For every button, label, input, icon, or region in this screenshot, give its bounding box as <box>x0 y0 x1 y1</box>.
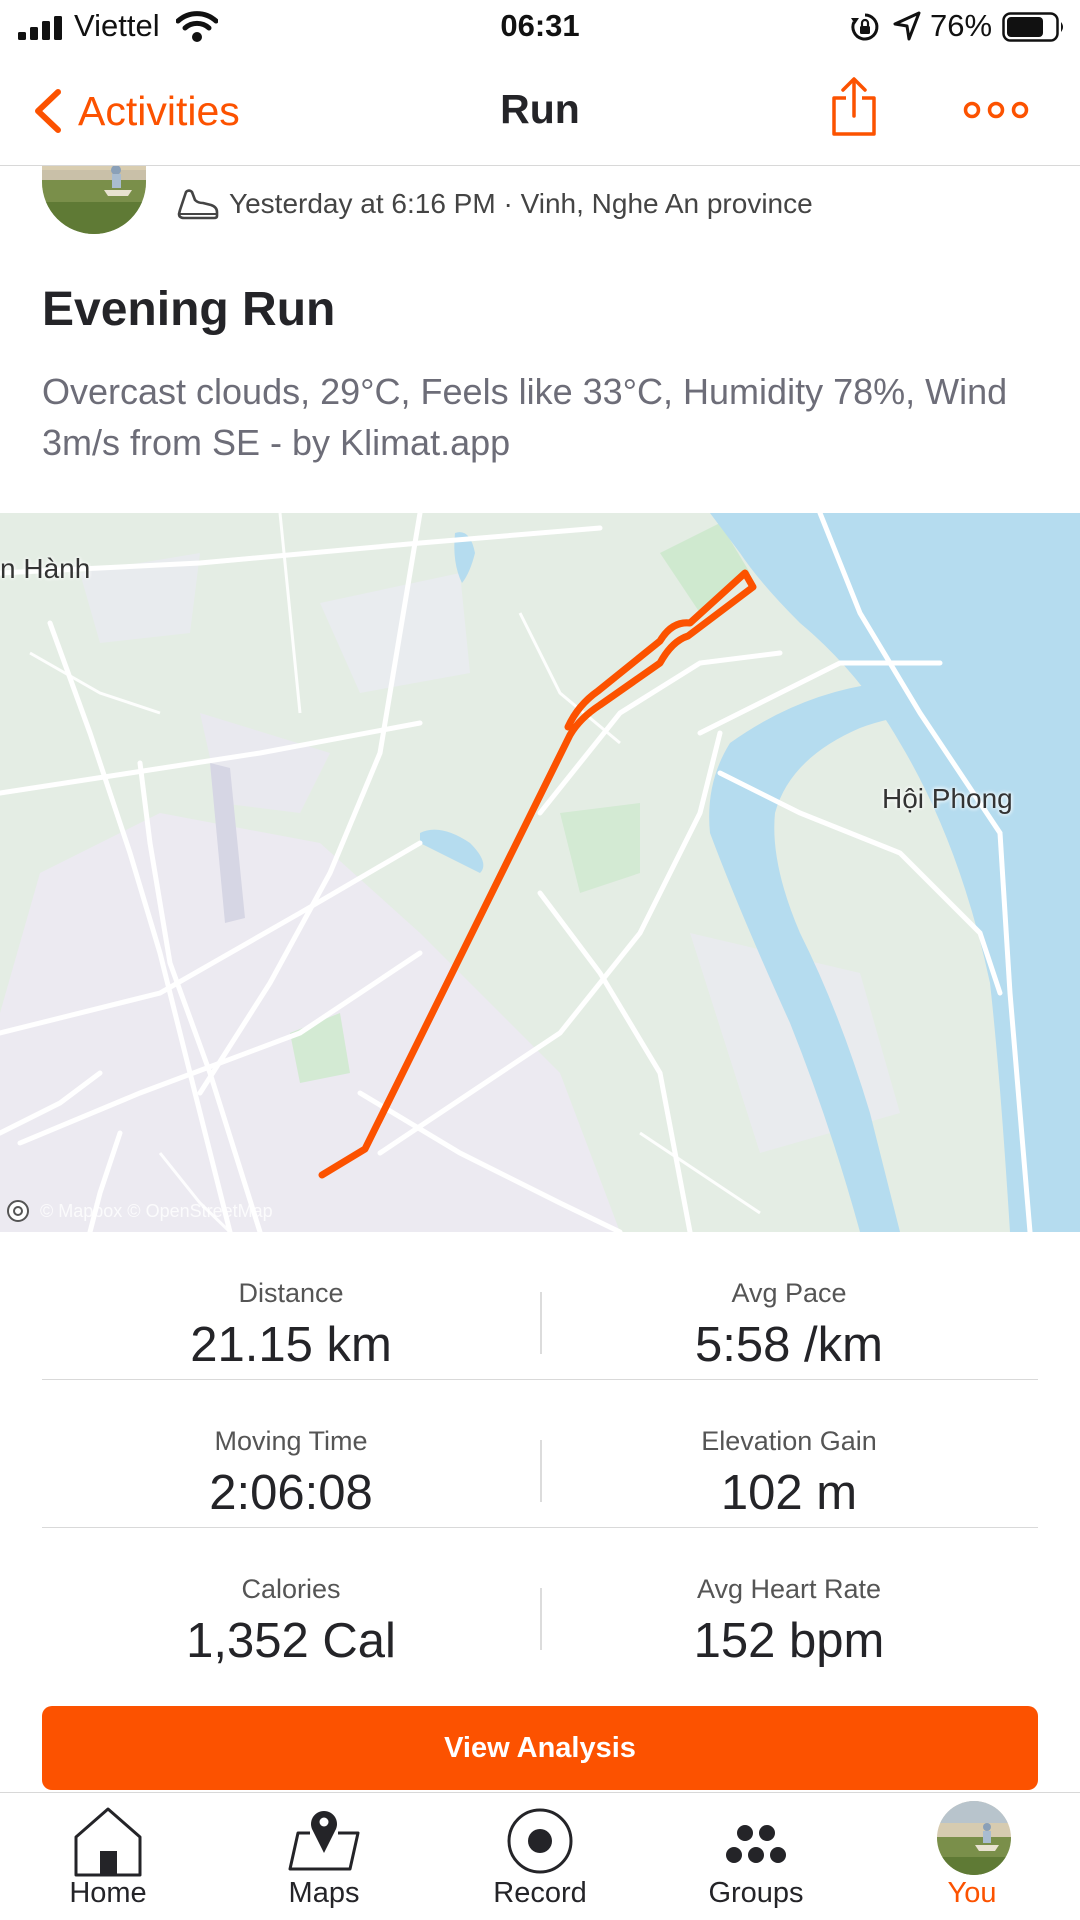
tab-you[interactable]: You <box>864 1793 1080 1920</box>
back-button[interactable]: Activities <box>30 86 240 136</box>
stat-label: Distance <box>238 1278 344 1308</box>
stat-calories: Calories 1,352 Cal <box>42 1574 540 1669</box>
avatar <box>937 1801 1011 1875</box>
stat-moving-time: Moving Time 2:06:08 <box>42 1426 540 1521</box>
map-attribution[interactable]: © Mapbox © OpenStreetMap <box>6 1199 273 1223</box>
stat-value: 5:58 /km <box>695 1318 883 1372</box>
stat-value: 2:06:08 <box>209 1466 373 1520</box>
stats-grid: Distance 21.15 km Avg Pace 5:58 /km Movi… <box>42 1232 1038 1676</box>
stat-label: Avg Heart Rate <box>696 1574 882 1604</box>
stat-value: 102 m <box>720 1466 858 1520</box>
map-label-place: Hội Phong <box>882 783 1013 814</box>
stat-value: 21.15 km <box>190 1318 392 1372</box>
stat-label: Elevation Gain <box>701 1426 877 1456</box>
view-analysis-button[interactable]: View Analysis <box>42 1706 1038 1790</box>
stat-label: Moving Time <box>214 1426 368 1456</box>
attribution-text: © Mapbox © OpenStreetMap <box>40 1200 273 1221</box>
battery-percentage: 76% <box>930 8 993 43</box>
stats-row: Calories 1,352 Cal Avg Heart Rate 152 bp… <box>42 1528 1038 1676</box>
activity-description: Overcast clouds, 29°C, Feels like 33°C, … <box>42 371 1008 463</box>
tab-label: You <box>947 1877 997 1909</box>
navigation-bar: Activities Run <box>0 56 1080 166</box>
stat-value: 152 bpm <box>693 1614 885 1668</box>
tab-groups[interactable]: Groups <box>648 1793 864 1920</box>
chevron-left-icon <box>35 89 61 133</box>
location-arrow-icon <box>893 11 921 41</box>
tab-bar: Home Maps Record Groups You <box>0 1792 1080 1920</box>
stat-avg-heart-rate: Avg Heart Rate 152 bpm <box>540 1574 1038 1669</box>
tab-label: Groups <box>708 1877 804 1909</box>
stats-row: Distance 21.15 km Avg Pace 5:58 /km <box>42 1232 1038 1380</box>
tab-maps[interactable]: Maps <box>216 1793 432 1920</box>
stats-row: Moving Time 2:06:08 Elevation Gain 102 m <box>42 1380 1038 1528</box>
groups-icon <box>726 1825 786 1863</box>
stat-avg-pace: Avg Pace 5:58 /km <box>540 1278 1038 1373</box>
tab-label: Maps <box>288 1877 360 1909</box>
record-icon <box>507 1808 573 1874</box>
stat-label: Avg Pace <box>731 1278 847 1308</box>
stat-value: 1,352 Cal <box>186 1614 396 1668</box>
tab-record[interactable]: Record <box>432 1793 648 1920</box>
map-canvas <box>0 513 1080 1232</box>
back-button-label: Activities <box>78 87 240 134</box>
share-icon[interactable] <box>828 76 880 138</box>
activity-meta: Yesterday at 6:16 PM · Vinh, Nghe An pro… <box>229 188 813 219</box>
more-dots-icon[interactable] <box>962 96 1030 124</box>
stat-label: Calories <box>241 1574 341 1604</box>
map-label-place: n Hành <box>0 553 91 584</box>
status-bar: Viettel 06:31 76% <box>0 0 1080 56</box>
tab-label: Record <box>493 1877 587 1909</box>
battery-icon <box>1002 12 1063 42</box>
home-icon <box>74 1807 142 1877</box>
stat-distance: Distance 21.15 km <box>42 1278 540 1373</box>
shoe-icon <box>177 189 219 220</box>
battery-level-fill <box>1007 17 1043 37</box>
map-pin-icon <box>288 1811 360 1871</box>
route-map[interactable]: n Hành Hội Phong © Mapbox © OpenStreetMa… <box>0 513 1080 1232</box>
mapbox-logo-icon <box>7 1200 29 1222</box>
activity-title: Evening Run <box>42 283 336 336</box>
stat-elevation-gain: Elevation Gain 102 m <box>540 1426 1038 1521</box>
orientation-lock-icon <box>851 13 879 41</box>
tab-label: Home <box>69 1877 147 1909</box>
tab-home[interactable]: Home <box>0 1793 216 1920</box>
